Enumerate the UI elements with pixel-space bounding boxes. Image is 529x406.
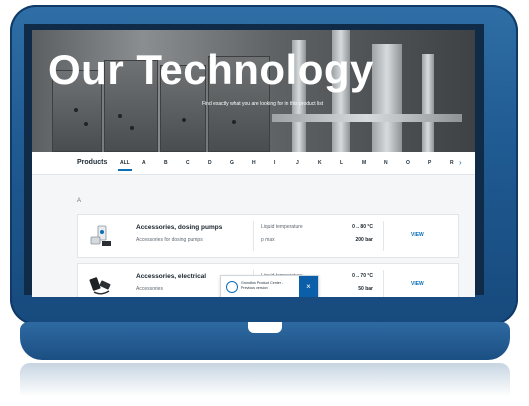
letter-filter-all[interactable]: ALL [118, 160, 142, 171]
electrical-accessory-icon [88, 272, 114, 297]
letter-filter[interactable]: M [362, 160, 384, 166]
laptop-notch [248, 322, 282, 333]
spec-label: Liquid temperature [261, 224, 303, 230]
toast-text: Grundfos Product Center - Previous versi… [241, 281, 284, 290]
search-icon [226, 281, 238, 293]
browser-viewport: Our Technology Find exactly what you are… [32, 30, 475, 297]
page-subtitle: Find exactly what you are looking for in… [202, 101, 324, 107]
divider [253, 221, 254, 251]
letter-filter[interactable]: N [384, 160, 406, 166]
view-button[interactable]: VIEW [411, 232, 424, 238]
letter-filter[interactable]: L [340, 160, 362, 166]
hero-banner: Our Technology Find exactly what you are… [32, 30, 475, 152]
letter-filter[interactable]: K [318, 160, 340, 166]
spec-value: 50 bar [358, 286, 373, 292]
product-name[interactable]: Accessories, dosing pumps [136, 224, 222, 231]
spec-value: 200 bar [355, 237, 373, 243]
version-toast[interactable]: Grundfos Product Center - Previous versi… [220, 275, 319, 297]
letter-filter-list: ALL A B C D G H I J K L M N O P R [118, 160, 472, 171]
letter-filter[interactable]: D [208, 160, 230, 166]
laptop-reflection [20, 363, 510, 405]
product-category: Accessories for dosing pumps [136, 237, 203, 243]
letter-filter[interactable]: O [406, 160, 428, 166]
divider [383, 270, 384, 297]
letter-filter[interactable]: P [428, 160, 450, 166]
letter-filter[interactable]: C [186, 160, 208, 166]
alphabet-nav: Products ALL A B C D G H I J K L M N O P… [32, 152, 475, 175]
divider [383, 221, 384, 251]
letter-filter[interactable]: G [230, 160, 252, 166]
page-title: Our Technology [48, 46, 374, 93]
letter-filter[interactable]: J [296, 160, 318, 166]
close-icon[interactable]: × [299, 276, 318, 297]
chevron-right-icon[interactable]: › [459, 158, 462, 167]
letter-filter[interactable]: B [164, 160, 186, 166]
letter-filter[interactable]: H [252, 160, 274, 166]
product-card[interactable]: Accessories, dosing pumps Accessories fo… [77, 214, 459, 258]
letter-filter[interactable]: I [274, 160, 296, 166]
spec-label: p max [261, 237, 275, 243]
products-label: Products [77, 159, 108, 166]
pipe [372, 44, 402, 152]
spec-value: 0 .. 80 °C [352, 224, 373, 230]
product-name[interactable]: Accessories, electrical [136, 273, 206, 280]
pipe [272, 114, 462, 122]
dosing-pump-accessory-icon [88, 223, 114, 249]
spec-value: 0 .. 70 °C [352, 273, 373, 279]
product-category: Accessories [136, 286, 163, 292]
letter-filter[interactable]: A [142, 160, 164, 166]
pipe [422, 54, 434, 152]
section-heading: A [77, 198, 82, 204]
view-button[interactable]: VIEW [411, 281, 424, 287]
laptop-base [20, 322, 510, 360]
